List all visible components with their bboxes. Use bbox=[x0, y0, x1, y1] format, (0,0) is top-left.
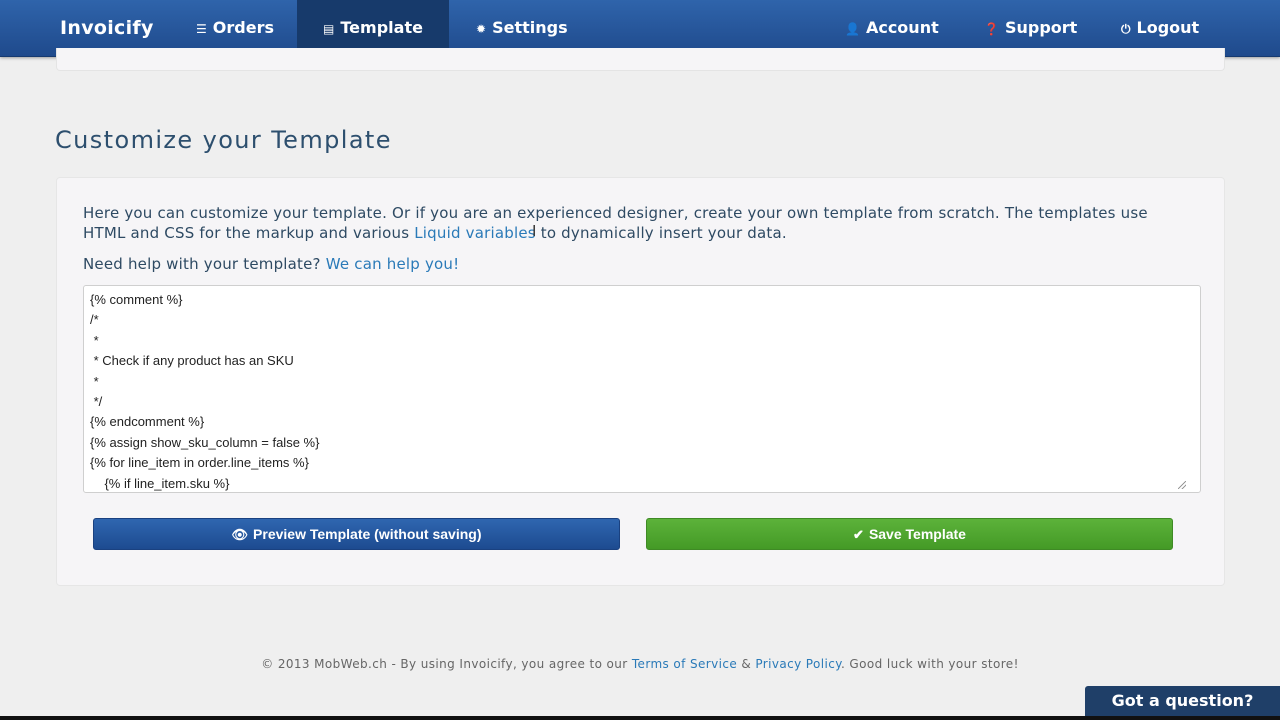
nav-account-label: Account bbox=[865, 18, 939, 37]
nav-logout-label: Logout bbox=[1136, 18, 1200, 37]
intro-text-part2: to dynamically insert your data. bbox=[535, 224, 787, 242]
nav-template-label: Template bbox=[340, 18, 423, 37]
previous-panel-edge bbox=[56, 48, 1225, 71]
help-link[interactable]: We can help you! bbox=[326, 255, 460, 273]
privacy-policy-link[interactable]: Privacy Policy bbox=[755, 657, 841, 671]
eye-icon: 👁 bbox=[231, 527, 249, 542]
save-template-button[interactable]: ✔ Save Template bbox=[646, 518, 1173, 550]
template-code-editor[interactable]: {% comment %} /* * * Check if any produc… bbox=[83, 285, 1201, 493]
preview-template-button[interactable]: 👁 Preview Template (without saving) bbox=[93, 518, 620, 550]
intro-text: Here you can customize your template. Or… bbox=[83, 203, 1163, 243]
chat-widget-tab[interactable]: Got a question? bbox=[1085, 686, 1280, 720]
nav-support-label: Support bbox=[1004, 18, 1078, 37]
text-cursor-icon: I bbox=[532, 222, 537, 240]
preview-template-label: Preview Template (without saving) bbox=[253, 526, 482, 542]
footer: © 2013 MobWeb.ch - By using Invoicify, y… bbox=[0, 657, 1280, 671]
bottom-edge bbox=[0, 716, 1280, 720]
liquid-variables-link[interactable]: Liquid variables bbox=[414, 224, 536, 242]
footer-prefix: © 2013 MobWeb.ch - By using Invoicify, y… bbox=[261, 657, 632, 671]
footer-suffix: . Good luck with your store! bbox=[841, 657, 1019, 671]
footer-amp: & bbox=[737, 657, 756, 671]
save-template-label: Save Template bbox=[868, 526, 966, 542]
page-title: Customize your Template bbox=[55, 126, 392, 154]
nav-orders-label: Orders bbox=[212, 18, 274, 37]
resize-handle-icon[interactable] bbox=[1178, 481, 1186, 489]
terms-of-service-link[interactable]: Terms of Service bbox=[632, 657, 737, 671]
template-editor-panel: Here you can customize your template. Or… bbox=[56, 177, 1225, 586]
help-text: Need help with your template? We can hel… bbox=[83, 254, 459, 274]
checkmark-icon: ✔ bbox=[853, 527, 864, 542]
nav-settings-label: Settings bbox=[492, 18, 568, 37]
help-text-label: Need help with your template? bbox=[83, 255, 326, 273]
